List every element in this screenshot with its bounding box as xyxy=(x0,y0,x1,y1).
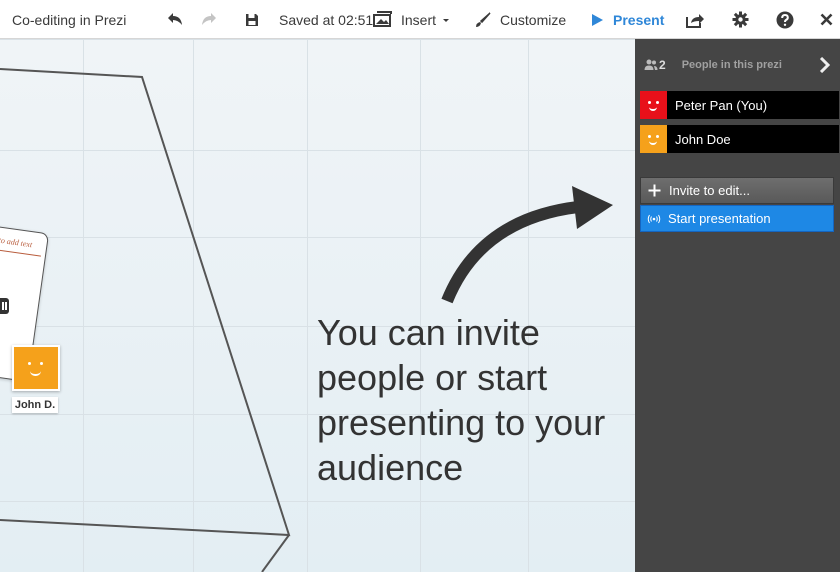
invite-to-edit-button[interactable]: Invite to edit... xyxy=(640,177,834,204)
people-panel: 2 People in this prezi Peter Pan (You) J… xyxy=(635,39,840,572)
avatar xyxy=(640,125,667,153)
chevron-right-icon[interactable] xyxy=(818,57,830,73)
prezi-title: Co-editing in Prezi xyxy=(12,11,127,28)
redo-icon xyxy=(202,12,216,25)
start-label: Start presentation xyxy=(668,211,771,226)
insert-label: Insert xyxy=(401,11,437,28)
customize-button[interactable]: Customize xyxy=(475,0,566,39)
avatar-eye xyxy=(656,135,659,138)
customize-label: Customize xyxy=(500,11,567,28)
share-button[interactable] xyxy=(686,0,705,39)
help-icon xyxy=(776,11,794,28)
avatar xyxy=(640,91,667,119)
saved-status: Saved at 02:51 xyxy=(279,11,374,28)
avatar-smile xyxy=(649,107,657,111)
share-icon xyxy=(686,13,704,28)
avatar-smile xyxy=(649,141,657,145)
plus-icon xyxy=(648,184,661,197)
insert-image-icon xyxy=(373,11,392,27)
people-panel-title: People in this prezi xyxy=(681,59,782,71)
insert-menu[interactable]: Insert xyxy=(373,0,451,39)
avatar-eye xyxy=(648,101,651,104)
help-button[interactable] xyxy=(776,0,794,39)
gear-icon xyxy=(732,11,749,28)
close-button[interactable] xyxy=(820,0,833,39)
start-presentation-button[interactable]: Start presentation xyxy=(640,205,834,232)
play-icon xyxy=(592,13,603,26)
avatar-eye xyxy=(648,135,651,138)
person-row-peter[interactable]: Peter Pan (You) xyxy=(640,91,839,119)
people-count: 2 xyxy=(659,58,666,72)
settings-button[interactable] xyxy=(732,0,749,39)
people-panel-header: 2 People in this prezi xyxy=(635,53,840,77)
people-icon xyxy=(644,59,658,70)
arrow-icon xyxy=(441,186,613,304)
floppy-disk-icon xyxy=(246,13,258,26)
present-label: Present xyxy=(613,11,665,28)
invite-label: Invite to edit... xyxy=(669,183,750,198)
save-button[interactable] xyxy=(245,0,259,39)
close-icon xyxy=(820,13,833,26)
avatar-eye xyxy=(656,101,659,104)
undo-icon xyxy=(168,12,182,25)
caret-down-icon xyxy=(443,18,450,22)
top-toolbar: Co-editing in Prezi Saved at 02:51 Inser… xyxy=(0,0,840,39)
brush-icon xyxy=(476,11,491,27)
prezi-canvas[interactable]: to add text John D. You can invite peopl… xyxy=(0,39,635,572)
canvas-headline[interactable]: You can invite people or start presentin… xyxy=(317,310,627,490)
undo-button[interactable] xyxy=(166,0,184,39)
present-button[interactable]: Present xyxy=(590,0,664,39)
person-name: Peter Pan (You) xyxy=(675,97,768,113)
broadcast-icon xyxy=(647,214,661,223)
redo-button[interactable] xyxy=(200,0,218,39)
person-row-john[interactable]: John Doe xyxy=(640,125,839,153)
person-name: John Doe xyxy=(675,131,731,147)
